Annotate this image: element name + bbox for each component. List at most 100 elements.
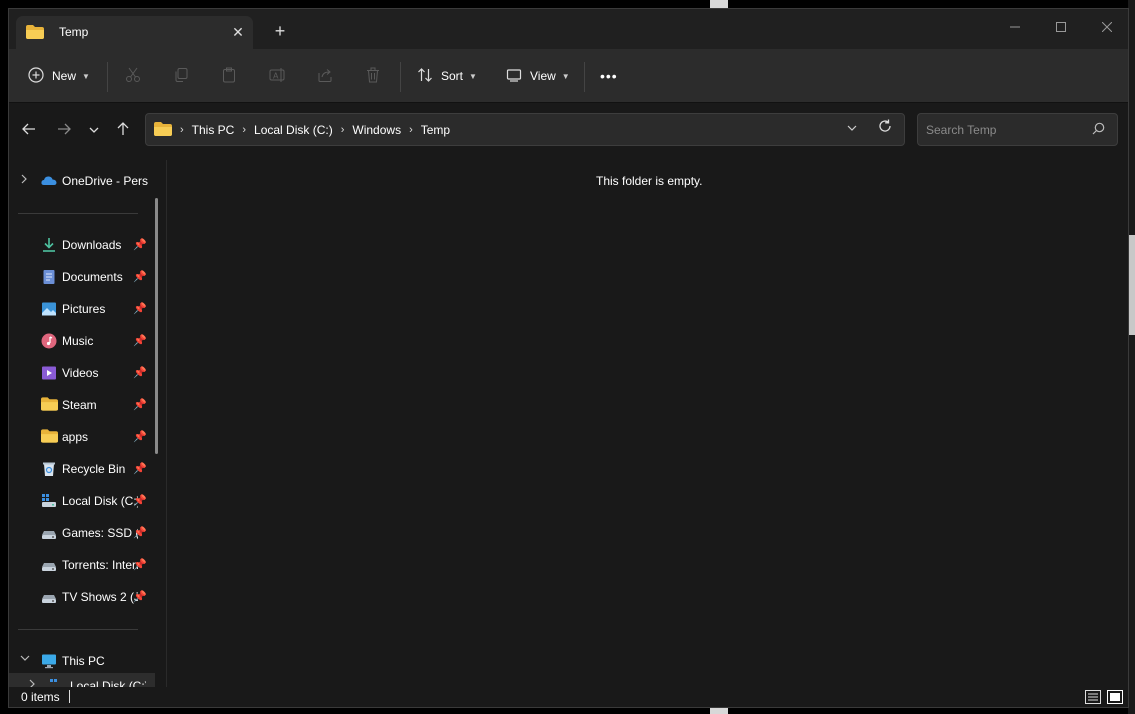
tab-temp[interactable]: Temp ✕ — [16, 16, 253, 49]
item-count: 0 items — [21, 690, 60, 704]
svg-text:A: A — [273, 71, 279, 80]
sidebar-item-tv-shows[interactable]: TV Shows 2 (J:) 📌 — [9, 584, 149, 610]
chevron-right-icon[interactable] — [28, 679, 36, 687]
downloads-icon — [41, 237, 57, 253]
address-bar[interactable]: › This PC › Local Disk (C:) › Windows › … — [145, 113, 905, 146]
toolbar-divider — [584, 62, 585, 92]
status-divider — [69, 690, 70, 703]
command-bar: New ▼ A Sort ▼ View ▼ ••• — [9, 49, 1128, 103]
scissors-icon — [125, 67, 141, 86]
chevron-down-icon[interactable] — [20, 654, 30, 665]
clipboard-icon — [221, 67, 237, 86]
sidebar-item-apps[interactable]: apps 📌 — [9, 424, 149, 450]
recent-locations-button[interactable] — [82, 120, 106, 144]
breadcrumb-windows[interactable]: Windows — [352, 123, 401, 137]
sidebar-item-local-disk[interactable]: Local Disk (C:) 📌 — [9, 488, 149, 514]
sidebar-item-local-disk-c[interactable]: Local Disk (C:) — [9, 673, 155, 687]
chevron-right-icon[interactable]: › — [180, 124, 184, 136]
sidebar-item-onedrive[interactable]: OneDrive - Perso — [9, 168, 149, 194]
pin-icon: 📌 — [133, 303, 147, 315]
sidebar-item-label: Steam — [62, 398, 97, 412]
refresh-icon[interactable] — [878, 119, 892, 137]
sidebar-item-pictures[interactable]: Pictures 📌 — [9, 296, 149, 322]
breadcrumb-this-pc[interactable]: This PC — [192, 123, 235, 137]
sidebar-item-recycle-bin[interactable]: Recycle Bin 📌 — [9, 456, 149, 482]
file-explorer-window: Temp ✕ + New ▼ A Sort ▼ View ▼ ••• › Thi… — [8, 8, 1129, 708]
sidebar-item-music[interactable]: Music 📌 — [9, 328, 149, 354]
new-label: New — [52, 69, 77, 83]
chevron-right-icon[interactable] — [20, 174, 28, 187]
sidebar-item-steam[interactable]: Steam 📌 — [9, 392, 149, 418]
search-input[interactable]: Search Temp — [926, 123, 996, 137]
arrow-left-icon — [22, 123, 36, 140]
sidebar-scrollbar[interactable] — [155, 198, 158, 454]
drive-icon — [41, 589, 57, 605]
sidebar-item-games-ssd[interactable]: Games: SSD (E:) 📌 — [9, 520, 149, 546]
rename-button[interactable]: A — [269, 64, 287, 88]
sidebar-item-label: Documents — [62, 270, 123, 284]
tab-bar: Temp ✕ + — [9, 9, 1128, 49]
breadcrumb-local-disk[interactable]: Local Disk (C:) — [254, 123, 333, 137]
onedrive-cloud-icon — [41, 173, 57, 189]
drive-icon — [41, 557, 57, 573]
sort-label: Sort — [441, 69, 464, 83]
toolbar-divider — [400, 62, 401, 92]
sidebar-item-label: Games: SSD (E:) — [62, 526, 138, 540]
new-button[interactable]: New ▼ — [28, 64, 90, 88]
sidebar-divider — [18, 629, 138, 630]
arrow-up-icon — [116, 122, 130, 140]
pin-icon: 📌 — [133, 335, 147, 347]
tab-title: Temp — [59, 25, 89, 39]
minimize-button[interactable] — [992, 13, 1038, 41]
back-button[interactable] — [17, 120, 41, 144]
view-icon — [506, 67, 522, 86]
close-window-button[interactable] — [1084, 13, 1128, 41]
sort-button[interactable]: Sort ▼ — [417, 64, 477, 88]
status-bar: 0 items — [9, 687, 1128, 707]
pin-icon: 📌 — [133, 495, 147, 507]
sidebar-item-documents[interactable]: Documents 📌 — [9, 264, 149, 290]
copy-button[interactable] — [173, 64, 189, 88]
delete-button[interactable] — [365, 64, 381, 88]
share-button[interactable] — [317, 64, 333, 88]
up-button[interactable] — [111, 120, 135, 144]
more-options-button[interactable]: ••• — [600, 64, 618, 88]
recycle-bin-icon — [41, 461, 57, 477]
navigation-pane: OneDrive - Perso Downloads 📌 Documents 📌… — [9, 160, 167, 687]
new-tab-button[interactable]: + — [270, 21, 290, 41]
address-row: › This PC › Local Disk (C:) › Windows › … — [9, 104, 1128, 160]
sidebar-item-downloads[interactable]: Downloads 📌 — [9, 232, 149, 258]
search-box[interactable]: Search Temp — [917, 113, 1118, 146]
maximize-button[interactable] — [1038, 13, 1084, 41]
view-button[interactable]: View ▼ — [506, 64, 570, 88]
forward-button[interactable] — [52, 120, 76, 144]
sidebar-item-torrents[interactable]: Torrents: Internal 📌 — [9, 552, 149, 578]
computer-icon — [41, 653, 57, 669]
sidebar-item-label: apps — [62, 430, 89, 444]
rename-icon: A — [269, 67, 287, 86]
paste-button[interactable] — [221, 64, 237, 88]
sidebar-item-label: This PC — [62, 654, 105, 668]
breadcrumb-temp[interactable]: Temp — [421, 123, 450, 137]
address-history-chevron-icon[interactable] — [846, 122, 858, 137]
chevron-right-icon[interactable]: › — [242, 124, 246, 136]
folder-icon — [154, 122, 172, 139]
chevron-down-icon — [88, 123, 100, 140]
videos-icon — [41, 365, 57, 381]
sidebar-item-videos[interactable]: Videos 📌 — [9, 360, 149, 386]
sidebar-item-this-pc[interactable]: This PC — [9, 648, 149, 674]
chevron-right-icon[interactable]: › — [409, 124, 413, 136]
chevron-right-icon[interactable]: › — [341, 124, 345, 136]
copy-icon — [173, 67, 189, 86]
sidebar-item-label: Local Disk (C:) — [62, 494, 138, 508]
trash-icon — [365, 67, 381, 86]
file-list-area[interactable]: This folder is empty. — [167, 160, 1128, 687]
sidebar-divider — [18, 213, 138, 214]
large-icons-view-icon[interactable] — [1107, 690, 1123, 707]
arrow-right-icon — [57, 123, 71, 140]
empty-folder-message: This folder is empty. — [596, 174, 703, 188]
pin-icon: 📌 — [133, 527, 147, 539]
close-tab-icon[interactable]: ✕ — [228, 22, 248, 42]
cut-button[interactable] — [125, 64, 141, 88]
details-view-icon[interactable] — [1085, 690, 1101, 707]
